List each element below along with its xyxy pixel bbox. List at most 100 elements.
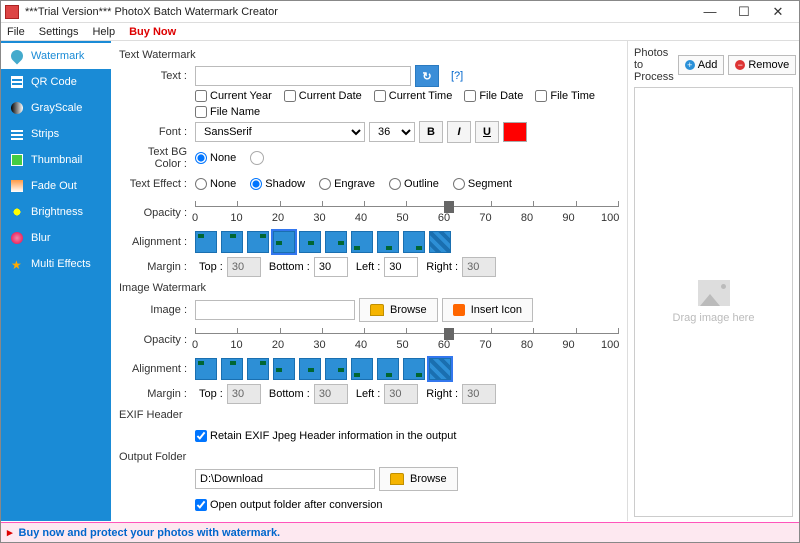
- sidebar-item-label: Thumbnail: [31, 154, 82, 166]
- effect-engrave[interactable]: Engrave: [319, 178, 375, 190]
- group-output: Output Folder: [119, 451, 619, 463]
- droplet-icon: [9, 48, 26, 65]
- sidebar-item-strips[interactable]: Strips: [1, 121, 111, 147]
- chk-file-date[interactable]: File Date: [464, 90, 523, 102]
- photos-panel: Photos to Process +Add −Remove Drag imag…: [627, 41, 799, 521]
- menubar: File Settings Help Buy Now: [1, 23, 799, 41]
- output-folder-input[interactable]: [195, 469, 375, 489]
- align-tc[interactable]: [221, 231, 243, 253]
- footer-message[interactable]: Buy now and protect your photos with wat…: [19, 527, 281, 539]
- text-margin-label: Margin :: [119, 261, 195, 273]
- titlebar: ***Trial Version*** PhotoX Batch Waterma…: [1, 1, 799, 23]
- arrow-icon: ▸: [7, 526, 13, 539]
- ialign-tl[interactable]: [195, 358, 217, 380]
- ialign-br[interactable]: [403, 358, 425, 380]
- align-tile[interactable]: [429, 231, 451, 253]
- watermark-text-input[interactable]: [195, 66, 411, 86]
- text-margin-top: [227, 257, 261, 277]
- font-size-select[interactable]: 36: [369, 122, 415, 142]
- image-browse-button[interactable]: Browse: [359, 298, 438, 322]
- bg-color-picker[interactable]: [250, 151, 264, 165]
- chk-file-name[interactable]: File Name: [195, 106, 260, 118]
- font-label: Font :: [119, 126, 195, 138]
- sidebar-item-thumbnail[interactable]: Thumbnail: [1, 147, 111, 173]
- effect-none[interactable]: None: [195, 178, 236, 190]
- sidebar-item-label: Strips: [31, 128, 59, 140]
- effect-shadow[interactable]: Shadow: [250, 178, 305, 190]
- image-path-input[interactable]: [195, 300, 355, 320]
- sidebar-item-fadeout[interactable]: Fade Out: [1, 173, 111, 199]
- chk-retain-exif[interactable]: Retain EXIF Jpeg Header information in t…: [195, 430, 456, 442]
- chk-file-time[interactable]: File Time: [535, 90, 595, 102]
- ialign-mr[interactable]: [325, 358, 347, 380]
- ialign-mc[interactable]: [299, 358, 321, 380]
- ialign-ml[interactable]: [273, 358, 295, 380]
- ialign-bc[interactable]: [377, 358, 399, 380]
- sidebar-item-qrcode[interactable]: QR Code: [1, 69, 111, 95]
- font-select[interactable]: SansSerif: [195, 122, 365, 142]
- text-opacity-slider[interactable]: 0102030405060708090100: [195, 198, 619, 228]
- sidebar-item-grayscale[interactable]: GrayScale: [1, 95, 111, 121]
- align-mr[interactable]: [325, 231, 347, 253]
- sidebar-item-multieffects[interactable]: ★Multi Effects: [1, 251, 111, 277]
- add-photo-button[interactable]: +Add: [678, 55, 725, 75]
- menu-buy-now[interactable]: Buy Now: [129, 26, 176, 38]
- text-margin-left[interactable]: [384, 257, 418, 277]
- sidebar-item-watermark[interactable]: Watermark: [1, 43, 111, 69]
- sidebar-item-label: Watermark: [31, 50, 84, 62]
- bold-button[interactable]: B: [419, 121, 443, 143]
- text-refresh-button[interactable]: ↻: [415, 65, 439, 87]
- output-browse-button[interactable]: Browse: [379, 467, 458, 491]
- image-margin-label: Margin :: [119, 388, 195, 400]
- drop-zone[interactable]: Drag image here: [634, 87, 793, 517]
- chk-current-year[interactable]: Current Year: [195, 90, 272, 102]
- sidebar-item-label: Brightness: [31, 206, 83, 218]
- ialign-bl[interactable]: [351, 358, 373, 380]
- chk-open-after[interactable]: Open output folder after conversion: [195, 499, 382, 511]
- align-bc[interactable]: [377, 231, 399, 253]
- align-bl[interactable]: [351, 231, 373, 253]
- sidebar-item-brightness[interactable]: Brightness: [1, 199, 111, 225]
- insert-icon: [453, 304, 465, 316]
- italic-button[interactable]: I: [447, 121, 471, 143]
- sidebar-item-blur[interactable]: Blur: [1, 225, 111, 251]
- menu-settings[interactable]: Settings: [39, 26, 79, 38]
- folder-icon: [390, 473, 404, 485]
- image-margin-left: [384, 384, 418, 404]
- align-br[interactable]: [403, 231, 425, 253]
- remove-photo-button[interactable]: −Remove: [728, 55, 796, 75]
- align-tr[interactable]: [247, 231, 269, 253]
- close-button[interactable]: ✕: [761, 2, 795, 22]
- chk-current-time[interactable]: Current Time: [374, 90, 453, 102]
- insert-icon-button[interactable]: Insert Icon: [442, 298, 533, 322]
- image-placeholder-icon: [698, 280, 730, 306]
- bg-color-label: Text BG Color :: [119, 146, 195, 170]
- text-color-swatch[interactable]: [503, 122, 527, 142]
- chk-current-date[interactable]: Current Date: [284, 90, 362, 102]
- align-mc[interactable]: [299, 231, 321, 253]
- image-opacity-slider[interactable]: 0102030405060708090100: [195, 325, 619, 355]
- image-align-label: Alignment :: [119, 363, 195, 375]
- sidebar-item-label: GrayScale: [31, 102, 82, 114]
- ialign-tile[interactable]: [429, 358, 451, 380]
- minimize-button[interactable]: —: [693, 2, 727, 22]
- text-margin-bottom[interactable]: [314, 257, 348, 277]
- group-image-watermark: Image Watermark: [119, 282, 619, 294]
- thumbnail-icon: [11, 154, 23, 166]
- effect-segment[interactable]: Segment: [453, 178, 512, 190]
- align-tl[interactable]: [195, 231, 217, 253]
- maximize-button[interactable]: ☐: [727, 2, 761, 22]
- text-help-link[interactable]: [?]: [451, 70, 463, 82]
- ialign-tc[interactable]: [221, 358, 243, 380]
- grayscale-icon: [11, 102, 23, 114]
- menu-file[interactable]: File: [7, 26, 25, 38]
- align-ml[interactable]: [273, 231, 295, 253]
- menu-help[interactable]: Help: [92, 26, 115, 38]
- underline-button[interactable]: U: [475, 121, 499, 143]
- effect-outline[interactable]: Outline: [389, 178, 439, 190]
- group-exif: EXIF Header: [119, 409, 619, 421]
- settings-panel: Text Watermark Text : ↻ [?] Current Year…: [111, 41, 627, 521]
- ialign-tr[interactable]: [247, 358, 269, 380]
- image-label: Image :: [119, 304, 195, 316]
- bg-none-radio[interactable]: None: [195, 152, 236, 164]
